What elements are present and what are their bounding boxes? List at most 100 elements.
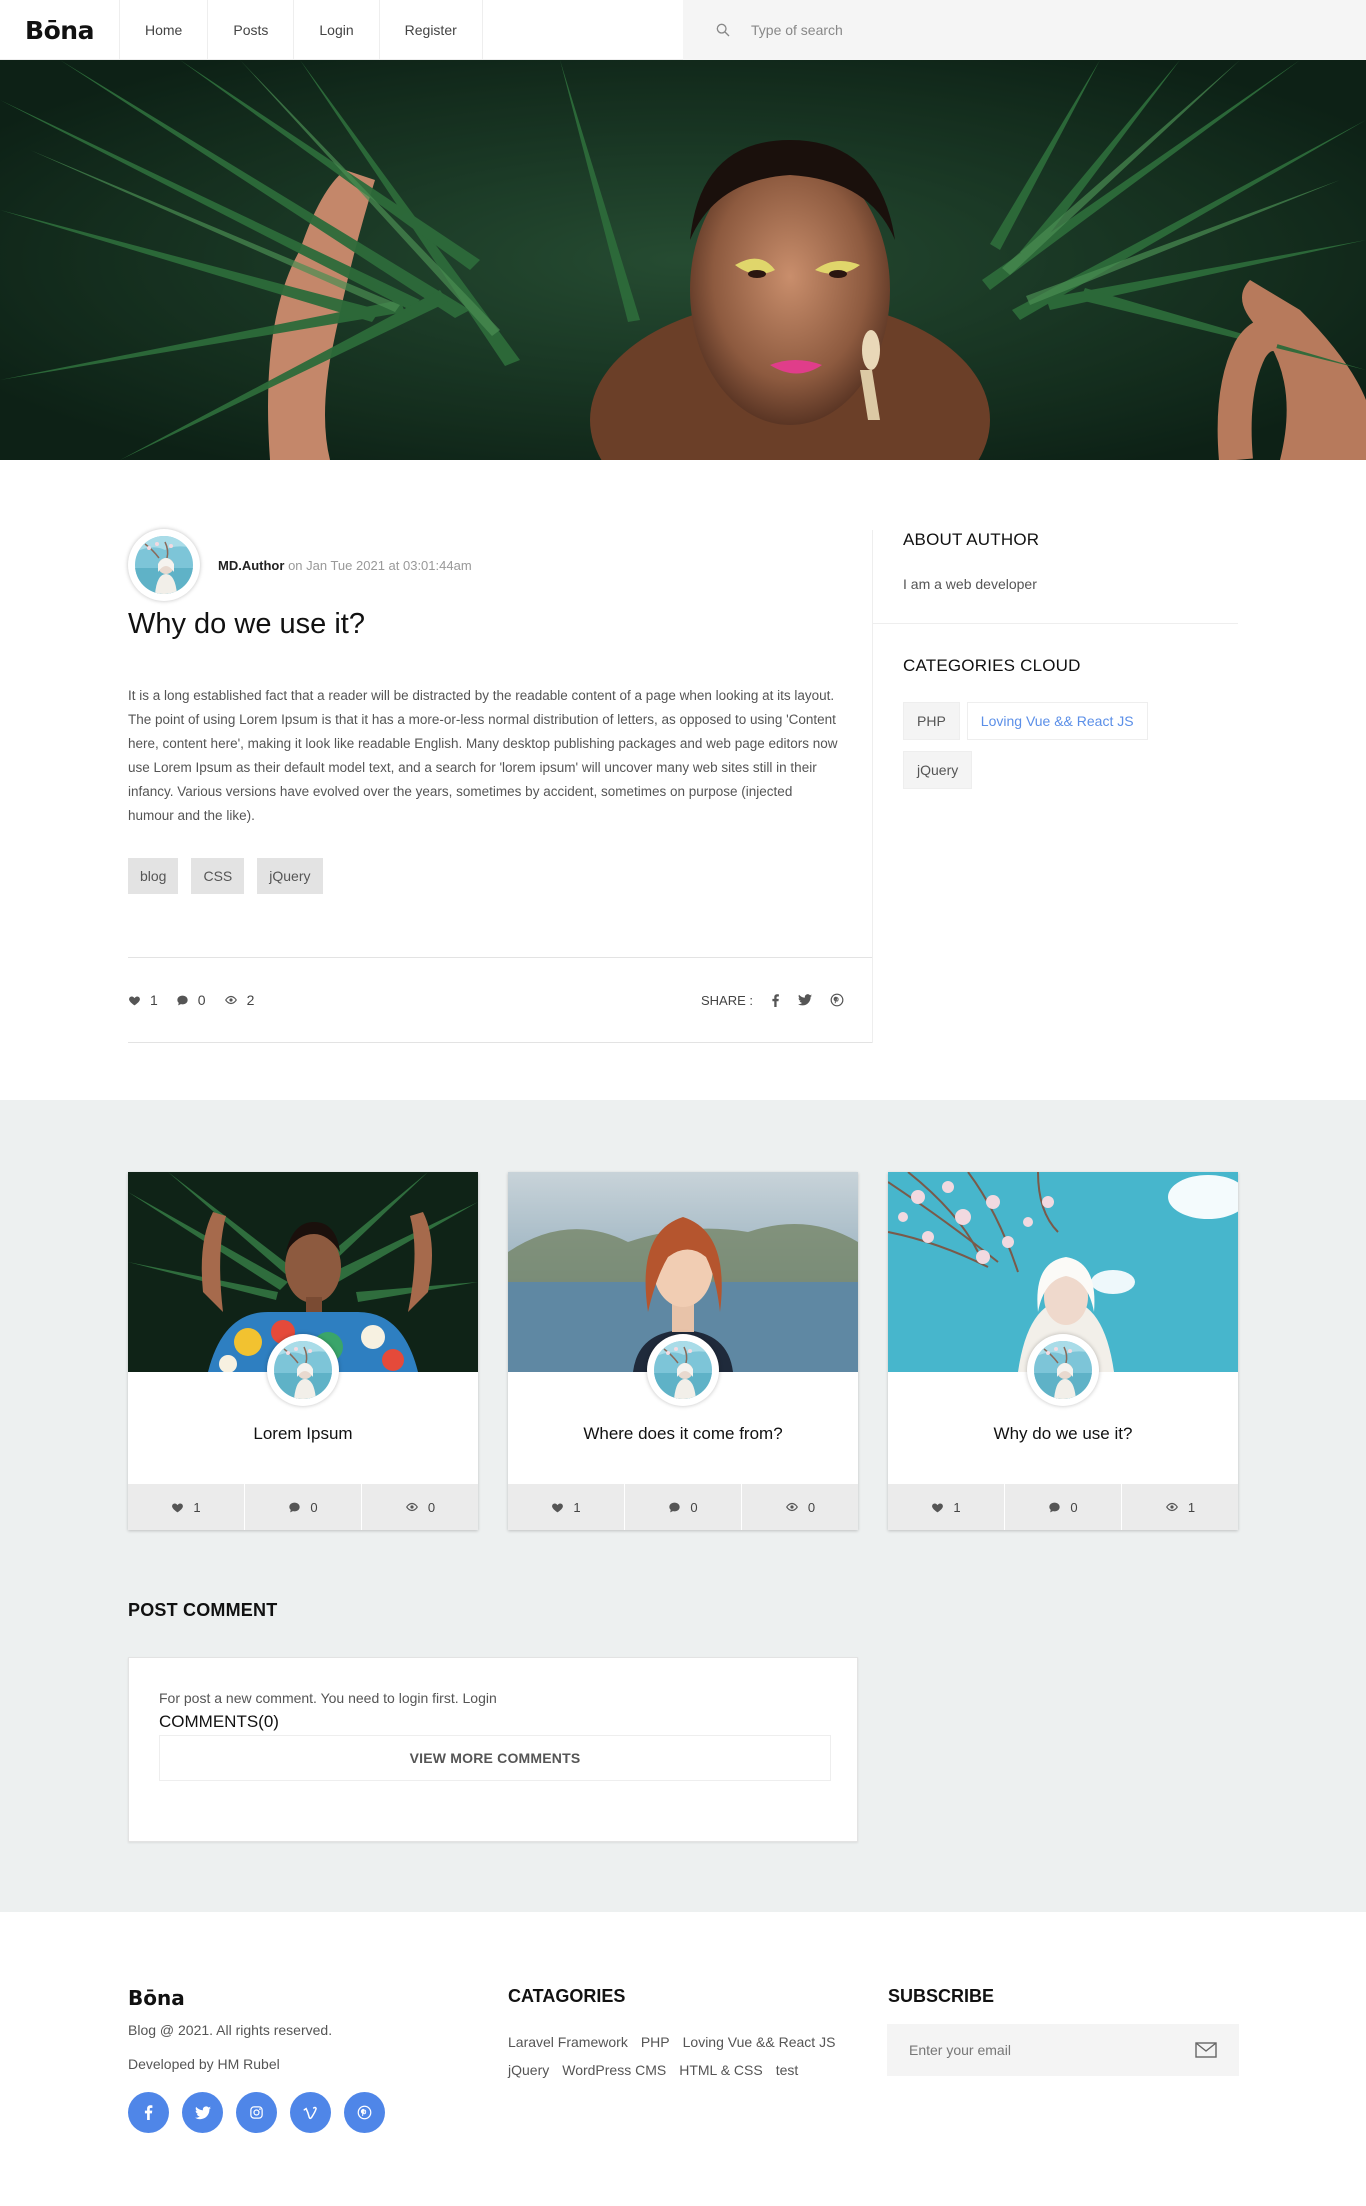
footer-categories: Laravel Framework PHP Loving Vue && Reac… [508,2034,868,2078]
avatar-image [135,536,193,594]
facebook-icon[interactable] [771,993,780,1007]
nav-posts[interactable]: Posts [208,0,295,60]
footer-category-wordpress[interactable]: WordPress CMS [562,2062,666,2078]
card-title[interactable]: Where does it come from? [508,1424,858,1444]
card-comment-count: 0 [690,1499,698,1515]
comments-count: COMMENTS(0) [159,1712,279,1731]
card-like-stat[interactable]: 1 [128,1484,245,1530]
card-view-count: 0 [807,1499,816,1515]
comment-icon [1048,1501,1061,1514]
like-stat[interactable]: 1 [128,992,158,1008]
card-view-count: 0 [427,1499,436,1515]
categories-cloud: PHP Loving Vue && React JS jQuery [903,702,1163,789]
footer-category-test[interactable]: test [776,2062,799,2078]
footer-category-jquery[interactable]: jQuery [508,2062,549,2078]
post-stats: 1 0 2 [128,992,254,1008]
footer-category-vue-react[interactable]: Loving Vue && React JS [683,2034,836,2050]
comment-count: 0 [197,992,206,1008]
footer-categories-title: CATAGORIES [508,1986,626,2006]
nav-register[interactable]: Register [380,0,483,60]
subscribe-email-input[interactable] [909,2042,1195,2058]
category-php[interactable]: PHP [903,702,960,740]
envelope-icon[interactable] [1195,2042,1217,2058]
heart-icon [931,1501,944,1514]
nav-home[interactable]: Home [120,0,209,60]
card-comment-count: 0 [1070,1499,1078,1515]
twitter-icon[interactable] [798,994,812,1006]
author-name-link[interactable]: MD.Author [218,558,284,573]
post-title: Why do we use it? [128,608,365,640]
instagram-icon[interactable] [236,2092,277,2133]
view-stat: 2 [224,992,255,1008]
sidebar: ABOUT AUTHOR I am a web developer CATEGO… [873,530,1238,789]
avatar-image [1034,1341,1092,1399]
pinterest-icon[interactable] [830,993,844,1007]
view-more-comments-button[interactable]: VIEW MORE COMMENTS [159,1735,831,1781]
card-comment-stat[interactable]: 0 [625,1484,742,1530]
nav-login[interactable]: Login [294,0,380,60]
view-count: 2 [246,992,255,1008]
eye-icon [785,1501,799,1513]
search-input[interactable] [751,22,1151,38]
card-like-stat[interactable]: 1 [888,1484,1005,1530]
pinterest-icon[interactable] [344,2092,385,2133]
eye-icon [224,994,238,1006]
eye-icon [1165,1501,1179,1513]
comment-login-link[interactable]: Login [463,1690,497,1706]
hero-image [0,60,1366,460]
post-tags: blog CSS jQuery [128,858,872,894]
footer-copyright: Blog @ 2021. All rights reserved. [128,2022,333,2038]
tag-css[interactable]: CSS [191,858,245,894]
vimeo-icon[interactable] [290,2092,331,2133]
post-article: MD.Author on Jan Tue 2021 at 03:01:44am … [128,529,873,1043]
card-avatar [647,1334,719,1406]
card-title[interactable]: Why do we use it? [888,1424,1238,1444]
heart-icon [551,1501,564,1514]
card-like-count: 1 [193,1499,201,1515]
card-stats: 1 0 0 [128,1484,478,1530]
comment-login-note: For post a new comment. You need to logi… [159,1690,827,1706]
card-comment-stat[interactable]: 0 [1005,1484,1122,1530]
card-avatar [267,1334,339,1406]
card-view-stat: 1 [1122,1484,1238,1530]
footer-category-php[interactable]: PHP [641,2034,670,2050]
related-post-card[interactable]: Where does it come from? 1 0 0 [508,1172,858,1530]
footer-category-laravel[interactable]: Laravel Framework [508,2034,628,2050]
categories-cloud-title: CATEGORIES CLOUD [903,656,1081,675]
site-logo[interactable]: Bōna [0,0,120,60]
category-vue-react[interactable]: Loving Vue && React JS [966,702,1148,740]
footer-developer: Developed by HM Rubel [128,2056,280,2072]
card-view-stat: 0 [362,1484,478,1530]
related-post-card[interactable]: Lorem Ipsum 1 0 0 [128,1172,478,1530]
card-title[interactable]: Lorem Ipsum [128,1424,478,1444]
categories-cloud-block: CATEGORIES CLOUD PHP Loving Vue && React… [873,656,1238,789]
search-bar [683,0,1366,60]
search-icon[interactable] [715,22,731,38]
footer-category-html-css[interactable]: HTML & CSS [679,2062,763,2078]
twitter-icon[interactable] [182,2092,223,2133]
tag-jquery[interactable]: jQuery [257,858,323,894]
card-like-stat[interactable]: 1 [508,1484,625,1530]
author-avatar[interactable] [128,529,200,601]
post-comment-title: POST COMMENT [128,1600,278,1620]
card-comment-stat[interactable]: 0 [245,1484,362,1530]
avatar-image [274,1341,332,1399]
card-like-count: 1 [953,1499,961,1515]
tag-blog[interactable]: blog [128,858,179,894]
comment-icon [668,1501,681,1514]
post-body: It is a long established fact that a rea… [128,688,838,823]
comment-stat[interactable]: 0 [176,992,206,1008]
post-section: MD.Author on Jan Tue 2021 at 03:01:44am … [0,460,1366,1100]
facebook-icon[interactable] [128,2092,169,2133]
post-footer: 1 0 2 SHARE : [128,957,872,1043]
site-footer: Bōna Blog @ 2021. All rights reserved. D… [0,1912,1366,2202]
author-meta: MD.Author on Jan Tue 2021 at 03:01:44am [218,558,472,573]
comment-box: For post a new comment. You need to logi… [128,1657,858,1842]
category-jquery[interactable]: jQuery [903,751,973,789]
sidebar-divider [873,623,1238,624]
related-post-card[interactable]: Why do we use it? 1 0 1 [888,1172,1238,1530]
heart-icon [171,1501,184,1514]
footer-logo[interactable]: Bōna [128,1986,185,2010]
avatar-image [654,1341,712,1399]
card-view-stat: 0 [742,1484,858,1530]
